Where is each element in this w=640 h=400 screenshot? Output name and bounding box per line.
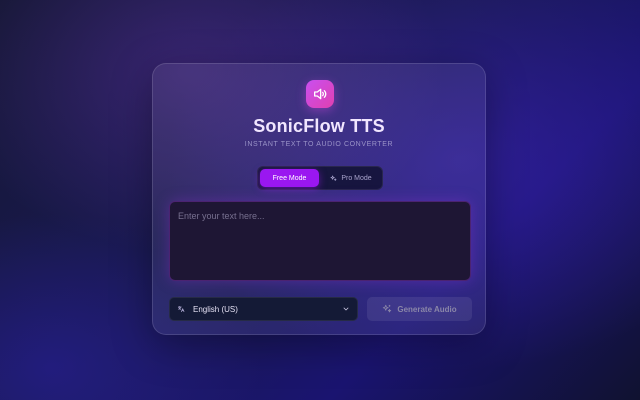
language-select[interactable]: English (US) bbox=[169, 297, 358, 321]
chevron-down-icon bbox=[342, 305, 350, 313]
translate-icon bbox=[177, 305, 185, 313]
free-mode-button[interactable]: Free Mode bbox=[260, 169, 319, 187]
sparkle-icon bbox=[330, 175, 337, 182]
converter-card: SonicFlow TTS INSTANT TEXT TO AUDIO CONV… bbox=[152, 63, 486, 335]
app-title: SonicFlow TTS bbox=[253, 116, 385, 136]
text-input[interactable]: Enter your text here... bbox=[169, 201, 471, 281]
text-input-placeholder: Enter your text here... bbox=[178, 211, 265, 221]
language-select-value: English (US) bbox=[193, 304, 238, 314]
app-logo bbox=[306, 80, 334, 108]
pro-mode-button[interactable]: Pro Mode bbox=[322, 169, 380, 187]
app-subtitle: INSTANT TEXT TO AUDIO CONVERTER bbox=[244, 141, 394, 148]
generate-audio-label: Generate Audio bbox=[397, 304, 457, 314]
free-mode-label: Free Mode bbox=[272, 174, 307, 182]
mode-toggle: Free Mode Pro Mode bbox=[257, 166, 383, 190]
generate-audio-button[interactable]: Generate Audio bbox=[367, 297, 472, 321]
speaker-icon bbox=[312, 86, 328, 102]
pro-mode-label: Pro Mode bbox=[341, 174, 372, 182]
sparkle-icon bbox=[382, 304, 392, 314]
